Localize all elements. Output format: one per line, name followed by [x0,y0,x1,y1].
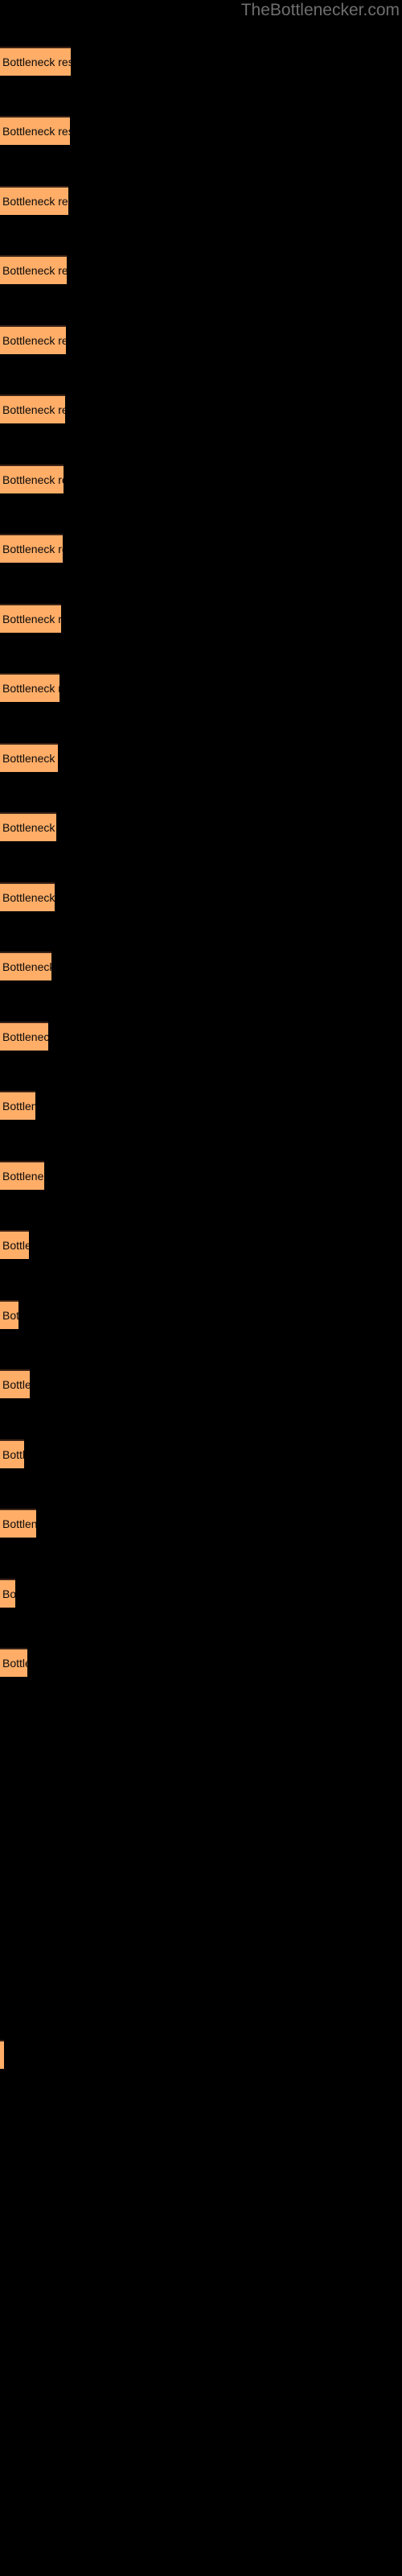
bar[interactable]: Bottleneck result [0,1161,44,1190]
bar-label: Bottleneck result [2,1657,27,1670]
bar[interactable]: Bottleneck result [0,1369,30,1398]
bar-label: Bottleneck result [2,1309,18,1322]
bar-label: Bottleneck result [2,1100,35,1113]
bar-label: Bottleneck result [2,403,65,416]
bar-label: Bottleneck result [2,891,55,904]
bar-label: Bottleneck result [2,1517,36,1530]
bar[interactable] [0,2040,4,2069]
bar-label: Bottleneck result [2,821,56,834]
bar-label: Bottleneck result [2,1587,15,1600]
bar[interactable]: Bottleneck result [0,394,65,423]
bar[interactable]: Bottleneck result [0,186,68,215]
bar-label: Bottleneck result [2,473,64,486]
bar-label: Bottleneck result [2,195,68,208]
bar[interactable]: Bottleneck result [0,464,64,493]
bar-label: Bottleneck result [2,56,71,68]
bar-label: Bottleneck result [2,125,70,138]
bar[interactable]: Bottleneck result [0,1648,27,1677]
bar[interactable]: Bottleneck result [0,325,66,354]
bar-label: Bottleneck result [2,543,63,555]
bar[interactable]: Bottleneck result [0,1439,24,1468]
bar[interactable]: Bottleneck result [0,255,67,284]
bottleneck-bar-chart: Bottleneck result Bottleneck result Bottle… [0,0,402,2576]
bar[interactable]: Bottleneck result [0,47,71,76]
bar-label: Bottleneck result [2,1448,24,1461]
bar[interactable]: Bottleneck result [0,952,51,980]
bar[interactable]: Bottleneck result [0,604,61,633]
bar[interactable]: Bottleneck result [0,1022,48,1051]
bar[interactable]: Bottleneck result [0,1579,15,1608]
bar[interactable]: Bottleneck result [0,743,58,772]
bar-label: Bottleneck result [2,682,59,695]
bar[interactable]: Bottleneck result [0,1230,29,1259]
bar-label: Bottleneck result [2,1030,48,1043]
bar[interactable]: Bottleneck result [0,1509,36,1538]
bar-label: Bottleneck result [2,264,67,277]
bar-label: Bottleneck result [2,613,61,625]
bar-label: Bottleneck result [2,1239,29,1252]
bar[interactable]: Bottleneck result [0,1091,35,1120]
bar-label: Bottleneck result [2,1170,44,1183]
bar-label: Bottleneck result [2,334,66,347]
bar[interactable]: Bottleneck result [0,116,70,145]
bar[interactable]: Bottleneck result [0,1300,18,1329]
bar-label: Bottleneck result [2,960,51,973]
bar-label: Bottleneck result [2,1378,30,1391]
bar[interactable]: Bottleneck result [0,882,55,911]
bar-label: Bottleneck result [2,752,58,765]
bar[interactable]: Bottleneck result [0,812,56,841]
bar[interactable]: Bottleneck result [0,673,59,702]
bar[interactable]: Bottleneck result [0,534,63,563]
